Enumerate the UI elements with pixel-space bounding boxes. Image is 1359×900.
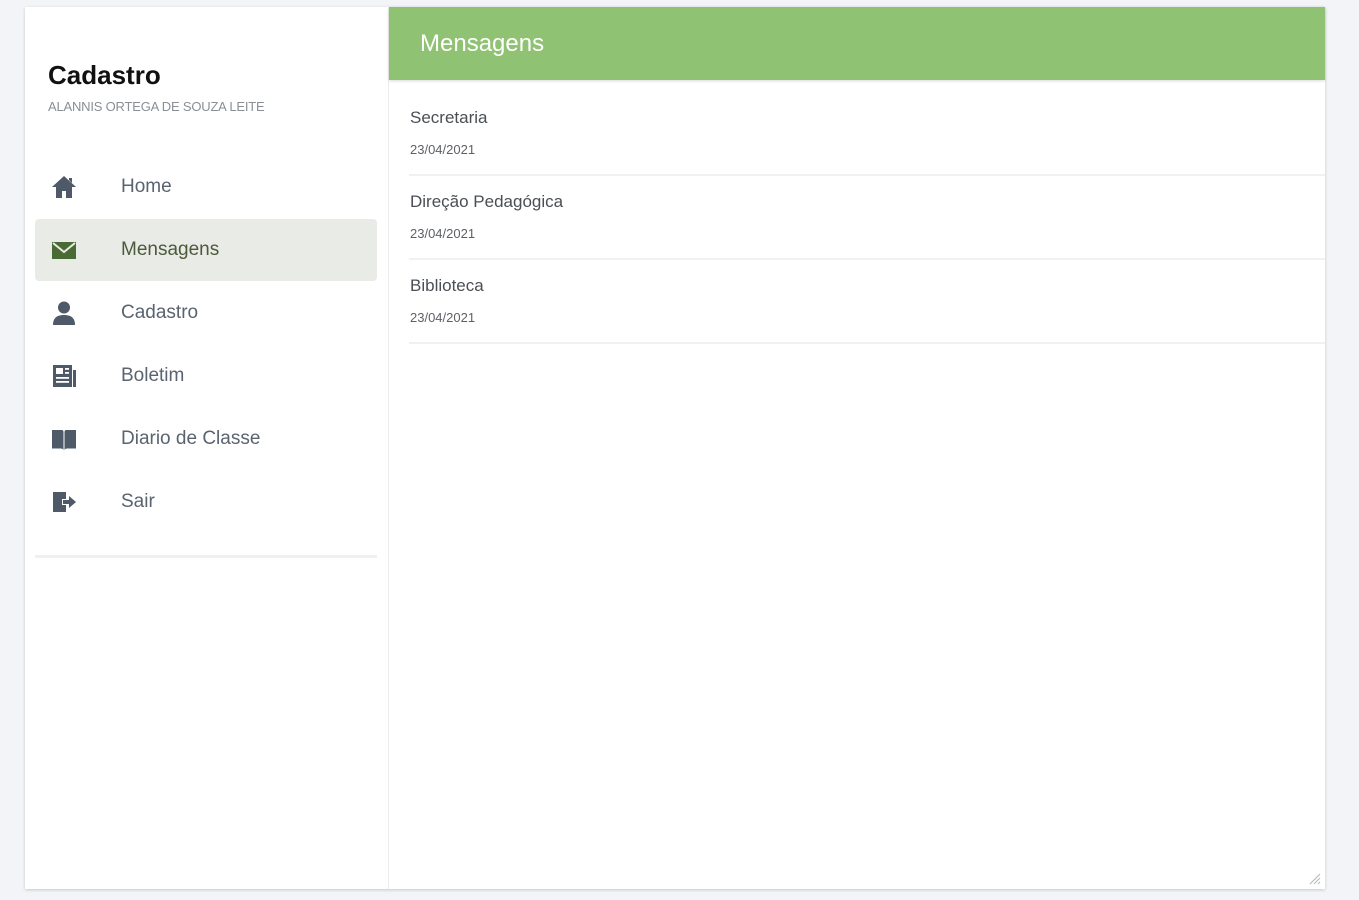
app-window: Cadastro ALANNIS ORTEGA DE SOUZA LEITE H… xyxy=(25,7,1325,889)
page-title: Mensagens xyxy=(420,29,545,57)
sidebar-item-mensagens[interactable]: Mensagens xyxy=(35,219,377,281)
list-item[interactable]: Direção Pedagógica 23/04/2021 xyxy=(409,176,1325,260)
sidebar-item-boletim[interactable]: Boletim xyxy=(35,345,377,407)
sidebar-item-label: Home xyxy=(121,176,172,197)
sidebar-item-label: Boletim xyxy=(121,365,185,386)
resize-handle-icon[interactable] xyxy=(1305,869,1321,885)
message-date: 23/04/2021 xyxy=(410,142,476,157)
book-open-icon xyxy=(49,424,79,454)
sidebar-title: Cadastro xyxy=(48,60,161,90)
list-item[interactable]: Secretaria 23/04/2021 xyxy=(409,92,1325,176)
sidebar-item-label: Mensagens xyxy=(121,239,220,260)
page-header: Mensagens xyxy=(389,7,1325,80)
sidebar-nav: Home Mensagens Cadastro Boletim Diario d… xyxy=(35,156,377,534)
user-icon xyxy=(49,298,79,328)
sidebar-item-label: Sair xyxy=(121,491,155,512)
main-content: Mensagens Secretaria 23/04/2021 Direção … xyxy=(389,7,1325,889)
envelope-icon xyxy=(49,235,79,265)
newspaper-icon xyxy=(49,361,79,391)
message-date: 23/04/2021 xyxy=(410,226,476,241)
sidebar-item-home[interactable]: Home xyxy=(35,156,377,218)
message-sender: Direção Pedagógica xyxy=(410,192,564,211)
sidebar-item-sair[interactable]: Sair xyxy=(35,471,377,533)
sidebar-divider xyxy=(35,555,377,558)
sidebar-item-diario-de-classe[interactable]: Diario de Classe xyxy=(35,408,377,470)
message-list: Secretaria 23/04/2021 Direção Pedagógica… xyxy=(409,92,1325,344)
message-sender: Secretaria xyxy=(410,108,488,127)
sidebar-item-cadastro[interactable]: Cadastro xyxy=(35,282,377,344)
message-sender: Biblioteca xyxy=(410,276,484,295)
sidebar-item-label: Cadastro xyxy=(121,302,199,323)
list-item[interactable]: Biblioteca 23/04/2021 xyxy=(409,260,1325,344)
home-icon xyxy=(49,172,79,202)
user-name: ALANNIS ORTEGA DE SOUZA LEITE xyxy=(48,99,265,114)
sidebar-item-label: Diario de Classe xyxy=(121,428,261,449)
sign-out-icon xyxy=(49,487,79,517)
message-date: 23/04/2021 xyxy=(410,310,476,325)
sidebar: Cadastro ALANNIS ORTEGA DE SOUZA LEITE H… xyxy=(25,7,389,889)
